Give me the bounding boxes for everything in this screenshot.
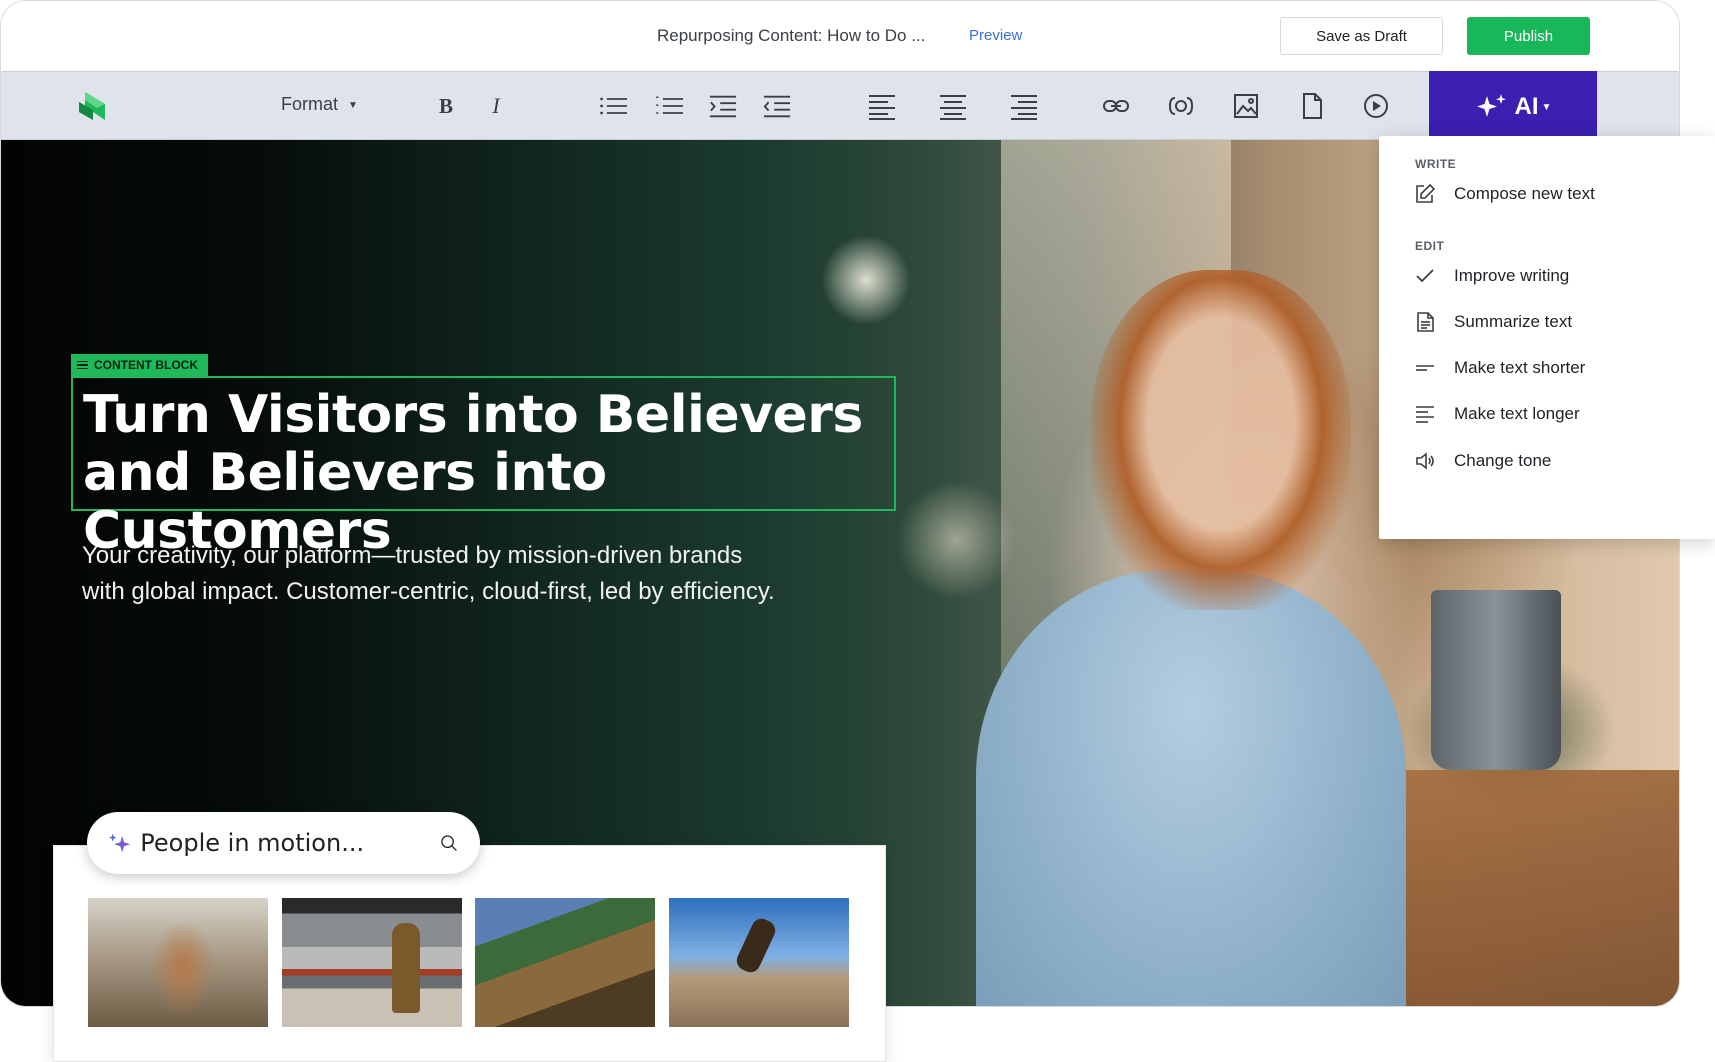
write-section-heading: WRITE: [1415, 157, 1457, 171]
menu-item-longer[interactable]: Make text longer: [1413, 396, 1703, 432]
align-right-button[interactable]: [1009, 92, 1039, 120]
menu-item-summarize[interactable]: Summarize text: [1413, 304, 1703, 340]
insert-embed-button[interactable]: [1166, 92, 1196, 120]
ai-image-search-bar[interactable]: [87, 812, 480, 874]
search-icon[interactable]: [440, 829, 458, 857]
formatting-toolbar: Format ▼ B I AI ▼: [1, 71, 1679, 143]
plant-pot: [1431, 590, 1561, 770]
lamp-glow: [821, 235, 911, 325]
sparkle-icon: [108, 833, 131, 853]
result-thumbnail-subway[interactable]: [282, 898, 462, 1027]
numbered-list-button[interactable]: [652, 92, 686, 120]
format-label: Format: [281, 94, 339, 114]
content-block-tag[interactable]: CONTENT BLOCK: [71, 354, 208, 376]
check-icon: [1413, 264, 1437, 288]
app-logo-icon[interactable]: [75, 88, 111, 124]
menu-lines-icon: [77, 360, 88, 370]
numbered-list-icon: [655, 96, 683, 114]
outdent-button[interactable]: [761, 92, 793, 120]
shorten-icon: [1413, 356, 1437, 380]
image-icon: [1234, 94, 1258, 118]
insert-link-button[interactable]: [1101, 92, 1131, 120]
menu-item-label: Compose new text: [1454, 184, 1595, 203]
content-block-label: CONTENT BLOCK: [94, 358, 198, 372]
outdent-icon: [763, 95, 791, 118]
compose-icon: [1413, 182, 1437, 206]
sparkle-icon: [1476, 94, 1506, 117]
bold-button[interactable]: B: [431, 92, 461, 120]
bullet-list-button[interactable]: [595, 92, 631, 120]
menu-item-label: Improve writing: [1454, 266, 1570, 285]
align-center-icon: [940, 95, 966, 120]
result-thumbnail-woman-bicycle[interactable]: [88, 898, 268, 1027]
preview-link[interactable]: Preview: [969, 27, 1022, 44]
play-icon: [1364, 94, 1388, 118]
menu-item-label: Summarize text: [1454, 312, 1573, 331]
italic-button[interactable]: I: [481, 92, 511, 120]
headline-block[interactable]: Turn Visitors into Believers and Believe…: [71, 376, 896, 560]
insert-image-button[interactable]: [1231, 92, 1261, 120]
link-icon: [1103, 100, 1129, 112]
save-draft-button[interactable]: Save as Draft: [1280, 17, 1443, 55]
bullet-list-icon: [600, 97, 627, 115]
align-left-button[interactable]: [867, 92, 897, 120]
chevron-down-icon: ▼: [348, 100, 358, 111]
top-bar: Repurposing Content: How to Do ... Previ…: [1, 1, 1679, 71]
speaker-icon: [1413, 449, 1437, 473]
edit-section-heading: EDIT: [1415, 239, 1445, 253]
menu-item-label: Change tone: [1454, 451, 1552, 470]
result-thumbnail-bike-structure[interactable]: [475, 898, 655, 1027]
menu-item-compose[interactable]: Compose new text: [1413, 176, 1703, 212]
document-title[interactable]: Repurposing Content: How to Do ...: [657, 26, 925, 46]
menu-item-label: Make text shorter: [1454, 358, 1586, 377]
publish-button[interactable]: Publish: [1467, 17, 1590, 55]
insert-video-button[interactable]: [1361, 92, 1391, 120]
indent-button[interactable]: [707, 92, 739, 120]
embed-icon: [1168, 97, 1194, 115]
menu-item-tone[interactable]: Change tone: [1413, 443, 1703, 479]
hero-subtext[interactable]: Your creativity, our platform—trusted by…: [82, 538, 842, 610]
indent-icon: [709, 95, 737, 118]
menu-item-label: Make text longer: [1454, 404, 1580, 423]
insert-document-button[interactable]: [1297, 92, 1327, 120]
person-face: [1091, 270, 1351, 610]
subtext-line-1: Your creativity, our platform—trusted by…: [82, 542, 743, 569]
summarize-icon: [1413, 310, 1437, 334]
align-left-icon: [869, 95, 895, 120]
light-glow: [896, 480, 1016, 600]
chevron-down-icon: ▼: [1541, 101, 1552, 113]
ai-button-label: AI: [1514, 93, 1539, 120]
result-thumbnail-skateboarder[interactable]: [669, 898, 849, 1027]
subtext-line-2: with global impact. Customer-centric, cl…: [82, 578, 775, 605]
document-icon: [1303, 93, 1322, 119]
ai-dropdown-menu: WRITE Compose new text EDIT Improve writ…: [1379, 136, 1715, 539]
image-search-input[interactable]: [140, 829, 441, 857]
align-center-button[interactable]: [938, 92, 968, 120]
ai-assistant-button[interactable]: AI ▼: [1429, 71, 1597, 143]
person-shirt: [976, 570, 1406, 1006]
format-dropdown[interactable]: Format ▼: [281, 94, 358, 115]
headline-line-1[interactable]: Turn Visitors into Believers: [83, 386, 884, 444]
menu-item-shorter[interactable]: Make text shorter: [1413, 350, 1703, 386]
lengthen-icon: [1413, 402, 1437, 426]
align-right-icon: [1011, 95, 1037, 120]
menu-item-improve[interactable]: Improve writing: [1413, 258, 1703, 294]
